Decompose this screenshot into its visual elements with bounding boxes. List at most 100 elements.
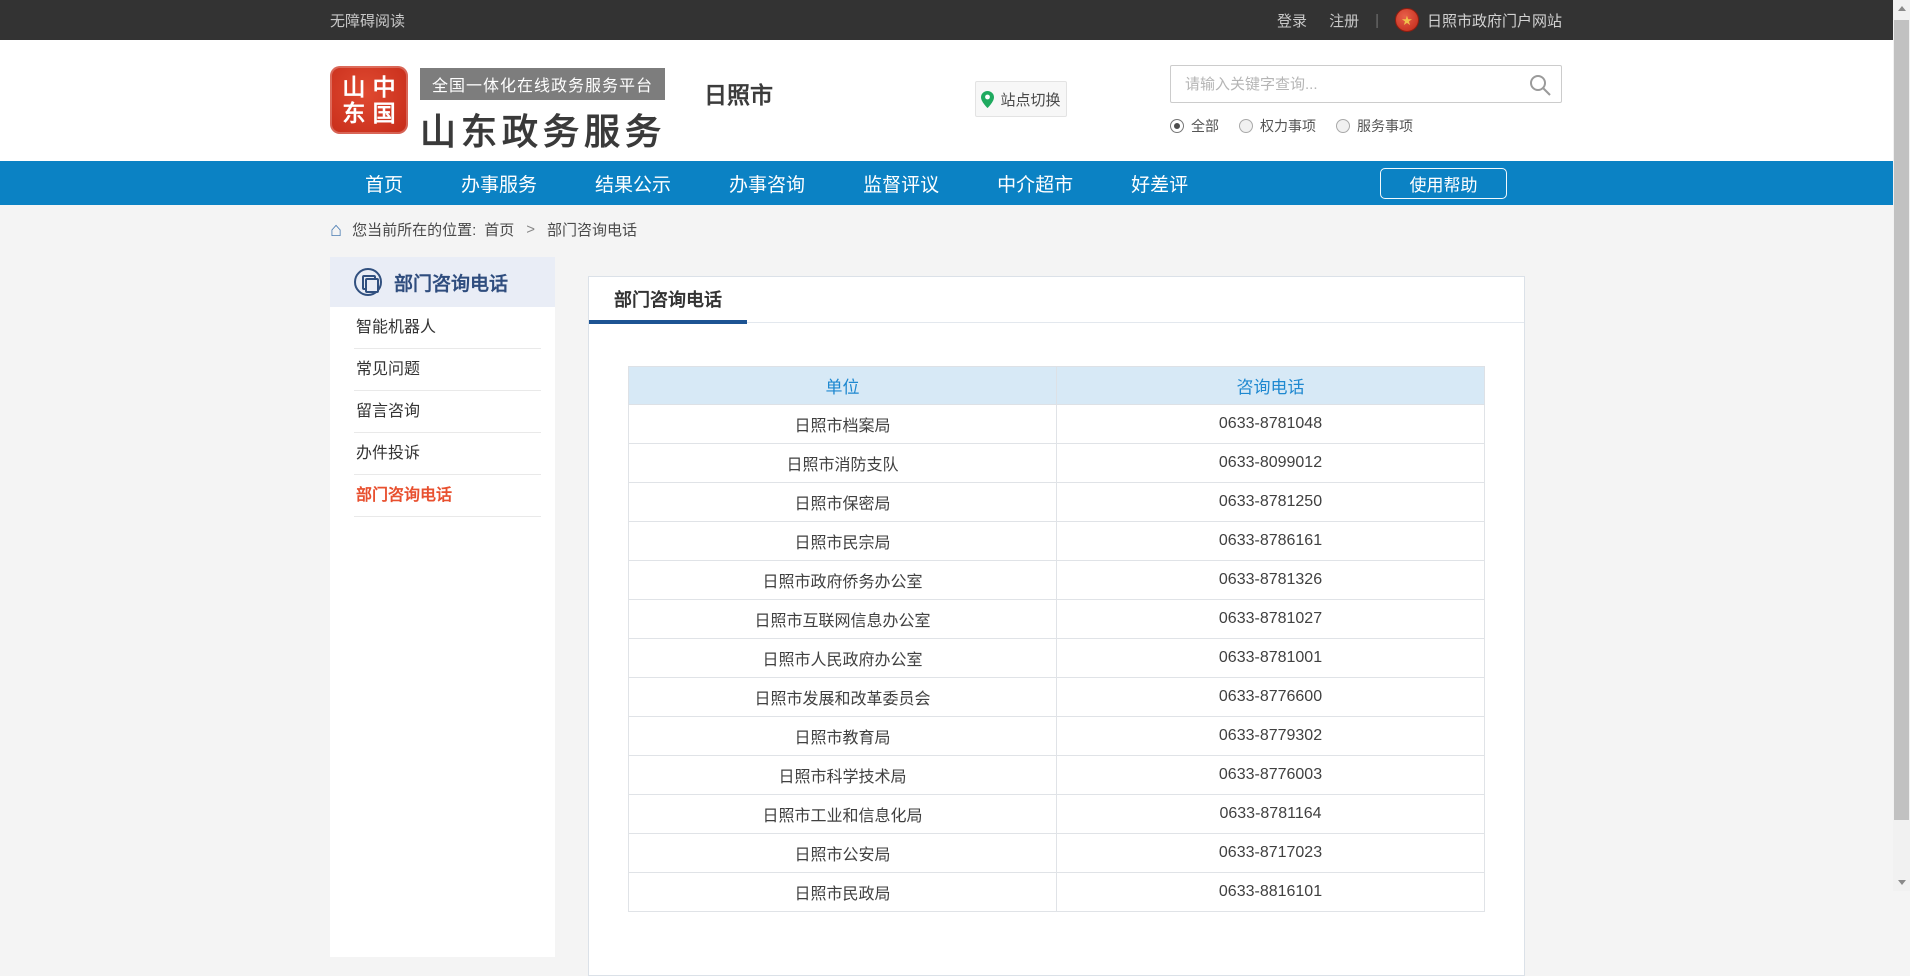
table-row: 日照市民政局 0633-8816101	[629, 873, 1485, 912]
scroll-down-button[interactable]	[1893, 874, 1910, 891]
breadcrumb-current: 部门咨询电话	[547, 219, 637, 240]
unit-cell: 日照市档案局	[629, 405, 1057, 444]
search-icon[interactable]	[1528, 73, 1552, 102]
platform-badge: 全国一体化在线政务服务平台	[420, 68, 665, 100]
table-row: 日照市民宗局 0633-8786161	[629, 522, 1485, 561]
table-header-row: 单位 咨询电话	[629, 367, 1485, 405]
table-row: 日照市教育局 0633-8779302	[629, 717, 1485, 756]
phone-cell: 0633-8776003	[1057, 756, 1485, 795]
table-row: 日照市政府侨务办公室 0633-8781326	[629, 561, 1485, 600]
brand-title: 山东政务服务	[420, 103, 666, 155]
breadcrumb-band: ⌂ 您当前所在的位置: 首页 > 部门咨询电话	[0, 205, 1910, 254]
table-row: 日照市公安局 0633-8717023	[629, 834, 1485, 873]
table-row: 日照市科学技术局 0633-8776003	[629, 756, 1485, 795]
location-pin-icon	[981, 91, 994, 108]
column-header-phone[interactable]: 咨询电话	[1057, 367, 1485, 405]
register-link[interactable]: 注册	[1329, 10, 1359, 31]
seal-left-text: 山东	[342, 74, 366, 127]
table-row: 日照市消防支队 0633-8099012	[629, 444, 1485, 483]
phone-cell: 0633-8816101	[1057, 873, 1485, 912]
home-icon: ⌂	[330, 220, 342, 240]
sidebar-title: 部门咨询电话	[394, 269, 508, 296]
phone-cell: 0633-8717023	[1057, 834, 1485, 873]
table-row: 日照市人民政府办公室 0633-8781001	[629, 639, 1485, 678]
sidebar-item[interactable]: 智能机器人	[330, 307, 555, 349]
unit-cell: 日照市科学技术局	[629, 756, 1057, 795]
search-scope-radio[interactable]: 全部	[1170, 116, 1219, 136]
phone-cell: 0633-8781001	[1057, 639, 1485, 678]
sidebar-item[interactable]: 留言咨询	[330, 391, 555, 433]
search-scope-options: 全部 权力事项 服务事项	[1170, 116, 1562, 136]
radio-label: 权力事项	[1260, 116, 1316, 136]
site-switch-button[interactable]: 站点切换	[975, 81, 1067, 117]
breadcrumb-home-link[interactable]: 首页	[484, 219, 514, 240]
scroll-up-icon	[1898, 6, 1906, 11]
portal-link[interactable]: 日照市政府门户网站	[1427, 10, 1562, 31]
radio-label: 全部	[1191, 116, 1219, 136]
sidebar-item[interactable]: 部门咨询电话	[330, 475, 555, 517]
scroll-down-icon	[1898, 880, 1906, 885]
breadcrumb: ⌂ 您当前所在的位置: 首页 > 部门咨询电话	[330, 205, 1562, 254]
search-scope-radio[interactable]: 权力事项	[1239, 116, 1316, 136]
radio-icon	[1336, 119, 1350, 133]
unit-cell: 日照市教育局	[629, 717, 1057, 756]
help-button[interactable]: 使用帮助	[1380, 168, 1507, 199]
column-header-unit[interactable]: 单位	[629, 367, 1057, 405]
unit-cell: 日照市民政局	[629, 873, 1057, 912]
unit-cell: 日照市消防支队	[629, 444, 1057, 483]
nav-item[interactable]: 好差评	[1131, 170, 1188, 197]
shandong-seal-logo-icon: 山东 中国	[330, 66, 408, 134]
table-row: 日照市保密局 0633-8781250	[629, 483, 1485, 522]
phone-cell: 0633-8786161	[1057, 522, 1485, 561]
table-row: 日照市发展和改革委员会 0633-8776600	[629, 678, 1485, 717]
breadcrumb-separator: >	[526, 221, 535, 238]
unit-cell: 日照市互联网信息办公室	[629, 600, 1057, 639]
nav-item[interactable]: 中介超市	[997, 170, 1073, 197]
nav-item[interactable]: 监督评议	[863, 170, 939, 197]
sidebar-item[interactable]: 办件投诉	[330, 433, 555, 475]
site-logo[interactable]: 山东 中国 全国一体化在线政务服务平台 山东政务服务	[330, 66, 666, 155]
sidebar-menu: 智能机器人常见问题留言咨询办件投诉部门咨询电话	[330, 307, 555, 517]
radio-icon	[1239, 119, 1253, 133]
unit-cell: 日照市民宗局	[629, 522, 1057, 561]
tab-row: 部门咨询电话	[589, 277, 1524, 323]
phone-table: 单位 咨询电话 日照市档案局 0633-8781048 日照市消防支队 0633…	[628, 366, 1485, 912]
tab-department-phones[interactable]: 部门咨询电话	[589, 277, 747, 323]
vertical-scrollbar[interactable]	[1893, 0, 1910, 891]
login-link[interactable]: 登录	[1277, 10, 1307, 31]
search-input[interactable]	[1170, 65, 1562, 103]
city-title: 日照市	[704, 76, 773, 110]
site-switch-label: 站点切换	[1000, 89, 1060, 110]
scrollbar-thumb[interactable]	[1894, 20, 1909, 820]
main-navigation: 首页 办事服务 结果公示 办事咨询 监督评议 中介超市 好差评 使用帮助	[0, 161, 1910, 205]
nav-item[interactable]: 首页	[365, 170, 403, 197]
phone-cell: 0633-8781164	[1057, 795, 1485, 834]
radio-label: 服务事项	[1357, 116, 1413, 136]
sidebar-header: 部门咨询电话	[330, 257, 555, 307]
accessibility-link[interactable]: 无障碍阅读	[330, 10, 405, 31]
phone-cell: 0633-8779302	[1057, 717, 1485, 756]
search-scope-radio[interactable]: 服务事项	[1336, 116, 1413, 136]
phone-cell: 0633-8781027	[1057, 600, 1485, 639]
phone-cell: 0633-8099012	[1057, 444, 1485, 483]
phone-cell: 0633-8781048	[1057, 405, 1485, 444]
main-panel: 部门咨询电话 单位 咨询电话 日照市档案局 0633-8781048 日照市消防…	[588, 276, 1525, 976]
table-row: 日照市互联网信息办公室 0633-8781027	[629, 600, 1485, 639]
phone-cell: 0633-8781250	[1057, 483, 1485, 522]
phone-cell: 0633-8781326	[1057, 561, 1485, 600]
nav-items: 首页 办事服务 结果公示 办事咨询 监督评议 中介超市 好差评	[365, 170, 1188, 197]
top-utility-bar: 无障碍阅读 登录 注册 | ★ 日照市政府门户网站	[0, 0, 1910, 40]
unit-cell: 日照市人民政府办公室	[629, 639, 1057, 678]
unit-cell: 日照市公安局	[629, 834, 1057, 873]
breadcrumb-prefix: 您当前所在的位置:	[352, 219, 476, 240]
national-emblem-icon: ★	[1395, 8, 1419, 32]
sidebar: 部门咨询电话 智能机器人常见问题留言咨询办件投诉部门咨询电话	[330, 257, 555, 957]
scroll-up-button[interactable]	[1893, 0, 1910, 17]
nav-item[interactable]: 结果公示	[595, 170, 671, 197]
nav-item[interactable]: 办事咨询	[729, 170, 805, 197]
unit-cell: 日照市发展和改革委员会	[629, 678, 1057, 717]
table-row: 日照市档案局 0633-8781048	[629, 405, 1485, 444]
nav-item[interactable]: 办事服务	[461, 170, 537, 197]
unit-cell: 日照市保密局	[629, 483, 1057, 522]
sidebar-item[interactable]: 常见问题	[330, 349, 555, 391]
